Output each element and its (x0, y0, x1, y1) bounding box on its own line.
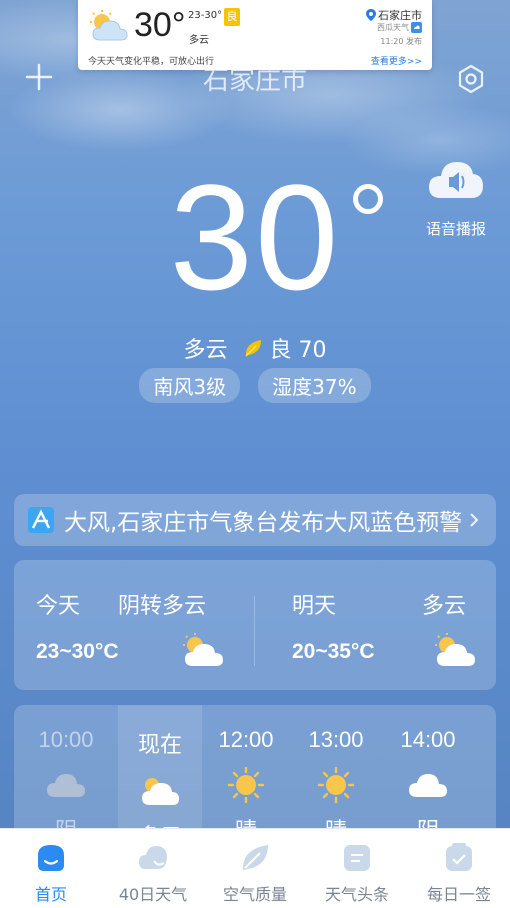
leaf-icon (242, 845, 268, 870)
forecast-day-label: 明天 (292, 594, 337, 619)
tab-air-quality[interactable]: 空气质量 (204, 829, 306, 908)
forecast-tomorrow[interactable]: 明天 多云 20~35°C (270, 560, 510, 690)
forecast-temp-range: 20~35°C (292, 640, 375, 663)
tab-label: 天气头条 (324, 885, 389, 904)
tab-40-day[interactable]: 40日天气 (102, 829, 204, 908)
partly-cloudy-icon (183, 633, 223, 666)
degree-symbol (353, 184, 383, 214)
two-day-forecast[interactable]: 今天 阴转多云 23~30°C 明天 多云 20~35°C (14, 560, 496, 690)
bottom-tab-bar: 首页 40日天气 空气质量 天气头条 每日一签 (0, 828, 510, 908)
hourly-time: 现在 (137, 732, 182, 757)
notification-city-label: 石家庄市 (378, 9, 422, 22)
news-icon (344, 845, 370, 871)
hourly-time: 13:00 (308, 727, 364, 752)
partly-cloudy-icon (142, 778, 179, 805)
current-condition: 多云 (183, 338, 228, 363)
notification-source-label: 西瓜天气 (377, 23, 409, 32)
humidity-chip: 湿度37% (258, 368, 371, 403)
tab-label: 40日天气 (118, 885, 188, 904)
tab-daily-sign[interactable]: 每日一签 (408, 829, 510, 908)
wind-alert-icon (28, 507, 54, 533)
forecast-temp-range: 23~30°C (36, 640, 119, 663)
forecast-day-label: 今天 (36, 594, 81, 619)
daily-sign-icon (446, 843, 472, 871)
hourly-item[interactable]: 12:00 晴 (204, 705, 288, 845)
tab-home[interactable]: 首页 (0, 829, 102, 908)
page-title-city: 石家庄市 (202, 66, 307, 96)
wind-chip: 南风3级 (139, 368, 241, 403)
forecast-condition: 多云 (422, 594, 467, 619)
hourly-item[interactable]: 10:00 阴 (24, 705, 108, 845)
weather-alert-banner[interactable]: 大风,石家庄市气象台发布大风蓝色预警 (14, 494, 496, 546)
partly-cloudy-icon (435, 633, 475, 666)
notification-publish-time: 11:20 发布 (380, 37, 422, 46)
cloudy-icon (47, 774, 85, 797)
hourly-item[interactable]: 13:00 晴 (294, 705, 378, 845)
current-temperature: 30 (169, 153, 341, 321)
forecast-40-icon (139, 846, 167, 869)
sun-icon (227, 767, 265, 803)
air-quality-label: 良 70 (269, 338, 327, 363)
hourly-time: 12:00 (218, 727, 274, 752)
forecast-today[interactable]: 今天 阴转多云 23~30°C (14, 560, 254, 690)
hourly-time: 14:00 (400, 727, 456, 752)
tab-headlines[interactable]: 天气头条 (306, 829, 408, 908)
sun-icon (317, 767, 355, 803)
forecast-divider (254, 596, 255, 666)
tab-label: 空气质量 (222, 885, 287, 904)
notification-temp: 30° (134, 6, 186, 44)
cloudy-icon (409, 774, 447, 797)
hourly-item[interactable]: 14:00 阴 (386, 705, 470, 845)
notification-range: 23-30° (188, 10, 223, 21)
app-logo-icon (411, 22, 422, 33)
leaf-icon (245, 340, 261, 357)
weather-alert-text: 大风,石家庄市气象台发布大风蓝色预警 (64, 510, 463, 536)
hourly-time: 10:00 (38, 727, 94, 752)
hourly-item-now[interactable]: 现在 多云 (118, 705, 202, 845)
air-quality[interactable]: 良 70 (242, 332, 327, 364)
tab-label: 每日一签 (426, 885, 491, 904)
notification-condition: 多云 (189, 35, 209, 46)
current-details: 南风3级 湿度37% (0, 368, 510, 403)
home-icon (38, 845, 64, 871)
hourly-forecast[interactable]: 10:00 阴 现在 多云 12:00 晴 13:00 (14, 705, 496, 845)
partly-cloudy-icon (90, 10, 128, 41)
notification-aqi-badge: 良 (224, 8, 240, 26)
tab-label: 首页 (34, 885, 67, 904)
location-pin-icon (366, 9, 376, 21)
chevron-right-icon (470, 513, 479, 527)
current-condition-row: 多云 良 70 (0, 332, 510, 364)
settings-icon[interactable] (456, 64, 486, 94)
forecast-condition: 阴转多云 (118, 594, 207, 619)
notification-source: 西瓜天气 (377, 22, 422, 33)
notification-city: 石家庄市 (366, 7, 422, 23)
